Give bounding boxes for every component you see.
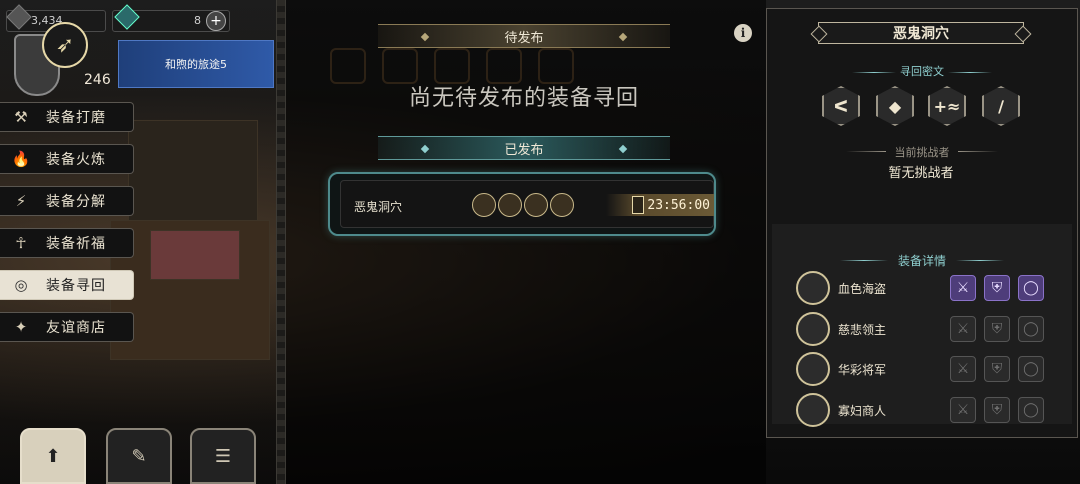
sword-slot-icon[interactable]: ⚔	[950, 356, 976, 382]
equipment-owner-name: 寡妇商人	[838, 404, 887, 418]
faded-icon-row	[330, 48, 630, 84]
divider	[852, 72, 896, 73]
fire-icon: 🔥	[11, 150, 31, 168]
menu-item-label: 装备分解	[46, 194, 106, 210]
pray-icon: ☥	[15, 234, 27, 252]
roof-silhouette	[150, 230, 240, 280]
challenger-value: 暂无挑战者	[888, 166, 954, 181]
ring-slot-icon[interactable]: ◯	[1018, 316, 1044, 342]
list-button[interactable]: ☰	[190, 428, 256, 484]
dungeon-title: 恶鬼洞穴	[818, 22, 1024, 44]
equipment-owner-name: 血色海盗	[838, 282, 887, 296]
sword-slot-icon[interactable]: ⚔	[950, 275, 976, 301]
journey-title: 和煦的旅途5	[165, 58, 227, 71]
ring-slot-icon[interactable]: ◯	[1018, 356, 1044, 382]
empty-pending-text: 尚无待发布的装备寻回	[408, 86, 639, 111]
target-icon: ◎	[14, 276, 28, 294]
menu-item[interactable]: ⚡ 装备分解	[0, 186, 134, 216]
menu-item-label: 装备寻回	[46, 278, 106, 294]
divider	[948, 72, 992, 73]
detail-label: 装备详情	[897, 254, 946, 268]
menu-item[interactable]: ⚒ 装备打磨	[0, 102, 134, 132]
equipment-row[interactable]: 慈悲领主 ⚔ ⛨ ◯	[796, 311, 1046, 347]
upload-icon: ⬆	[45, 445, 61, 467]
countdown-timer: 23:56:00	[606, 194, 714, 216]
wings-icon: ➶	[55, 32, 75, 58]
tab-pending-label: 待发布	[504, 30, 544, 46]
boss-avatar-icon	[498, 193, 522, 217]
menu-item[interactable]: 🔥 装备火炼	[0, 144, 134, 174]
boss-avatar-icon	[796, 271, 830, 305]
feather-icon: ✎	[131, 445, 147, 467]
sword-slot-icon[interactable]: ⚔	[950, 316, 976, 342]
menu-item-label: 友谊商店	[46, 320, 106, 336]
boss-avatar-icon	[796, 352, 830, 386]
divider	[956, 260, 1004, 261]
menu-item[interactable]: ◎ 装备寻回	[0, 270, 134, 300]
menu-item-label: 装备火炼	[46, 152, 106, 168]
equipment-owner-name: 华彩将军	[838, 363, 887, 377]
equipment-row[interactable]: 华彩将军 ⚔ ⛨ ◯	[796, 351, 1046, 387]
avatar[interactable]: ➶	[42, 22, 88, 68]
dungeon-title-text: 恶鬼洞穴	[893, 26, 949, 42]
armor-slot-icon[interactable]: ⛨	[984, 356, 1010, 382]
journey-banner[interactable]: 和煦的旅途5	[118, 40, 274, 88]
published-item-name: 恶鬼洞穴	[354, 200, 403, 214]
ring-slot-icon[interactable]: ◯	[1018, 275, 1044, 301]
menu-item-label: 装备祈福	[46, 236, 106, 252]
tab-pending[interactable]: 待发布	[378, 24, 670, 48]
upload-button[interactable]: ⬆	[20, 428, 86, 484]
menu-item[interactable]: ☥ 装备祈福	[0, 228, 134, 258]
sword-slot-icon[interactable]: ⚔	[950, 397, 976, 423]
info-button[interactable]: i	[734, 24, 752, 42]
tab-published-label: 已发布	[504, 142, 544, 158]
armor-slot-icon[interactable]: ⛨	[984, 316, 1010, 342]
ring-slot-icon[interactable]: ◯	[1018, 397, 1044, 423]
boss-avatar-icon	[796, 312, 830, 346]
armor-slot-icon[interactable]: ⛨	[984, 275, 1010, 301]
hammer-icon: ⚒	[14, 108, 28, 126]
list-icon: ☰	[214, 445, 232, 467]
split-icon: ⚡	[15, 192, 27, 210]
hourglass-icon	[632, 196, 644, 214]
secret-label: 寻回密文	[900, 65, 944, 78]
panel-divider	[276, 0, 286, 484]
gem-value: 8	[194, 14, 201, 27]
divider	[958, 151, 998, 152]
menu-item-label: 装备打磨	[46, 110, 106, 126]
timer-value: 23:56:00	[647, 197, 710, 213]
equipment-row[interactable]: 寡妇商人 ⚔ ⛨ ◯	[796, 392, 1046, 428]
boss-avatar-icon	[796, 393, 830, 427]
fox-icon: ✦	[14, 318, 28, 336]
boss-avatar-icon	[524, 193, 548, 217]
equipment-owner-name: 慈悲领主	[838, 323, 887, 337]
feather-button[interactable]: ✎	[106, 428, 172, 484]
tab-published[interactable]: 已发布	[378, 136, 670, 160]
add-gem-button[interactable]: +	[206, 11, 226, 31]
challenger-label: 当前挑战者	[894, 146, 950, 159]
player-level: 246	[84, 72, 111, 88]
boss-avatar-icon	[550, 193, 574, 217]
armor-slot-icon[interactable]: ⛨	[984, 397, 1010, 423]
boss-avatar-icon	[472, 193, 496, 217]
equipment-row[interactable]: 血色海盗 ⚔ ⛨ ◯	[796, 270, 1046, 306]
menu-item[interactable]: ✦ 友谊商店	[0, 312, 134, 342]
